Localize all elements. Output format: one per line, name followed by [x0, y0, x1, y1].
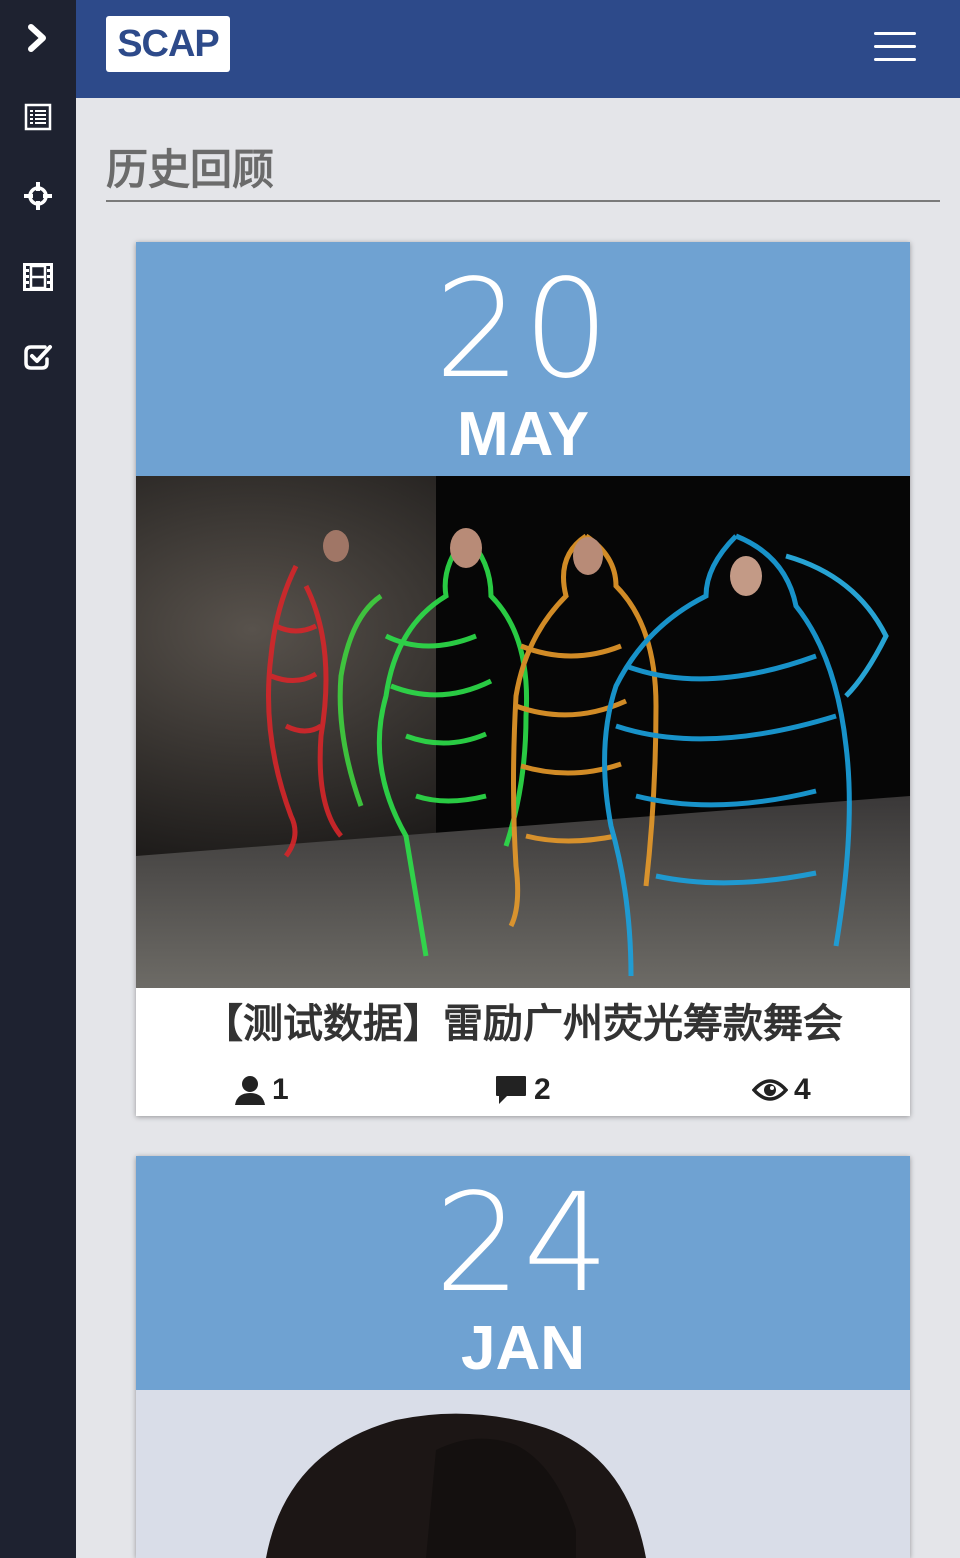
event-month: MAY	[456, 400, 590, 469]
event-date: 24 JAN	[136, 1156, 910, 1390]
sidebar-toggle-button[interactable]	[0, 8, 76, 68]
film-icon	[23, 263, 53, 291]
view-count-value: 4	[794, 1073, 811, 1106]
event-date: 20 MAY	[136, 242, 910, 476]
eye-icon	[752, 1079, 788, 1101]
view-count: 4	[752, 1070, 811, 1110]
event-title[interactable]: 【测试数据】雷励广州荧光筹款舞会	[136, 994, 910, 1054]
event-month: JAN	[460, 1314, 586, 1383]
sidebar-item-film[interactable]	[0, 247, 76, 307]
comment-icon	[496, 1076, 526, 1104]
event-card[interactable]: 20 MAY 【测试数据】雷励广州荧光筹款舞会 1 2 4	[136, 242, 910, 1116]
hamburger-icon	[874, 58, 916, 61]
section-title: 历史回顾	[106, 145, 275, 194]
sidebar-item-target[interactable]	[0, 166, 76, 226]
hamburger-icon	[874, 32, 916, 35]
event-day: 24	[434, 1165, 612, 1323]
event-card[interactable]: 24 JAN	[136, 1156, 910, 1558]
event-image[interactable]	[136, 1390, 910, 1558]
top-navbar: SCAP	[76, 0, 960, 98]
sidebar-item-list[interactable]	[0, 87, 76, 147]
logo[interactable]: SCAP	[106, 16, 230, 72]
sidebar	[0, 0, 76, 1558]
comment-count-value: 2	[534, 1073, 551, 1106]
participant-count: 1	[234, 1070, 289, 1110]
menu-toggle-button[interactable]	[870, 30, 918, 66]
participant-count-value: 1	[272, 1073, 289, 1106]
chevron-right-icon	[28, 24, 46, 52]
user-icon	[235, 1076, 265, 1105]
event-image[interactable]	[136, 476, 910, 988]
hamburger-icon	[874, 45, 916, 48]
list-icon	[24, 103, 52, 131]
checkbox-icon	[24, 345, 52, 370]
event-day: 20	[434, 251, 612, 409]
comment-count: 2	[494, 1070, 551, 1110]
divider	[106, 200, 940, 202]
sidebar-item-check[interactable]	[0, 327, 76, 387]
crosshair-icon	[24, 182, 52, 210]
